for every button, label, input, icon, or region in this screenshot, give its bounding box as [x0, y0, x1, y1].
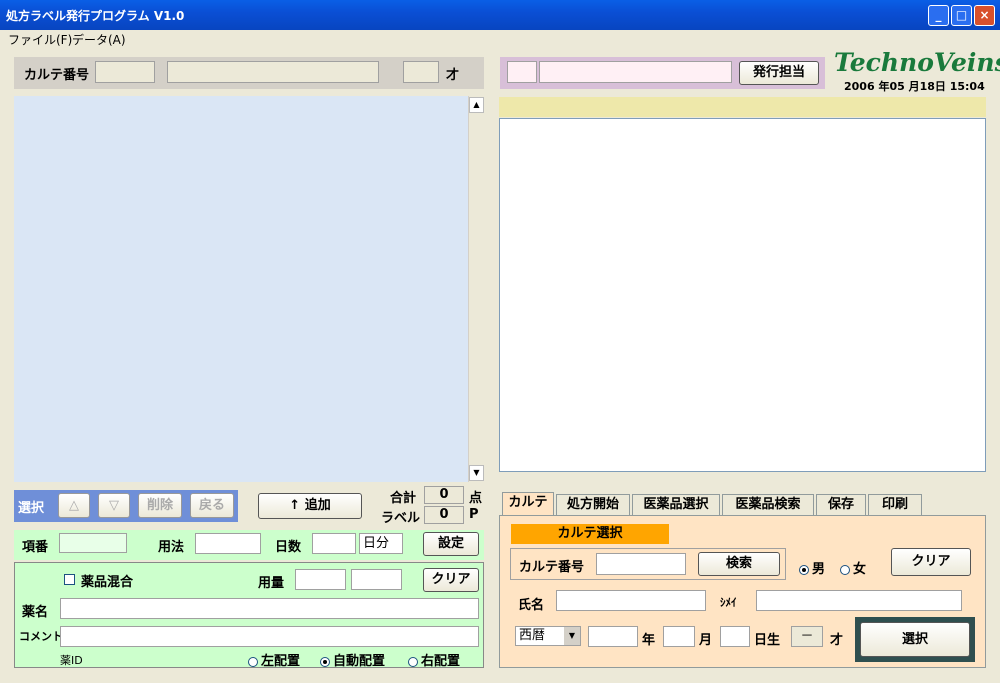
karte-number-label: カルテ番号 — [24, 68, 90, 83]
days-unit-field[interactable]: 日分 — [359, 533, 403, 554]
mix-checkbox[interactable] — [64, 574, 75, 585]
radio-icon — [408, 656, 418, 667]
list-scrollbar[interactable] — [468, 96, 485, 482]
delete-button[interactable]: 削除 — [138, 493, 182, 518]
total-value: 0 — [424, 486, 464, 504]
age-display: － — [791, 626, 823, 647]
kana-field[interactable] — [756, 590, 962, 611]
day-field[interactable] — [720, 626, 750, 647]
drug-name-label: 薬名 — [22, 605, 49, 620]
kana-label: ｼﾒｲ — [720, 596, 737, 609]
technoveins-logo: TechnoVeins — [834, 48, 1000, 77]
male-radio[interactable]: 男 — [799, 558, 825, 577]
era-select[interactable]: 西暦 ▼ — [515, 626, 581, 646]
radio-selected-icon — [320, 656, 330, 667]
usage-field[interactable] — [195, 533, 261, 554]
dose-field-1[interactable] — [295, 569, 346, 590]
chevron-down-icon[interactable]: ▼ — [564, 627, 580, 645]
issuer-code-field[interactable] — [507, 61, 537, 83]
tab-print[interactable]: 印刷 — [868, 494, 922, 516]
datetime: 2006 年05 月18日 15:04 — [844, 80, 985, 93]
window-title: 処方ラベル発行プログラム V1.0 — [6, 9, 185, 23]
menu-bar — [0, 30, 1000, 48]
female-label: 女 — [853, 562, 867, 577]
display-area — [499, 118, 986, 472]
name-label: 氏名 — [518, 598, 545, 613]
select-button[interactable]: 選択 — [860, 622, 970, 657]
display-header — [499, 97, 986, 117]
tab-drug-search[interactable]: 医薬品検索 — [722, 494, 814, 516]
menu-data[interactable]: データ(A) — [72, 31, 126, 48]
days-label: 日数 — [275, 540, 302, 555]
male-label: 男 — [812, 562, 826, 577]
scroll-up-icon[interactable]: ▲ — [469, 97, 484, 113]
index-field[interactable] — [59, 533, 127, 553]
karte-number-field[interactable] — [95, 61, 155, 83]
tab-drug-select[interactable]: 医薬品選択 — [632, 494, 720, 516]
align-right-label: 右配置 — [421, 654, 461, 669]
add-button[interactable]: ↑ 追加 — [258, 493, 362, 519]
year-label: 年 — [642, 633, 656, 648]
search-button[interactable]: 検索 — [698, 552, 780, 576]
year-field[interactable] — [588, 626, 638, 647]
drug-clear-button[interactable]: クリア — [423, 568, 479, 592]
days-field[interactable] — [312, 533, 356, 554]
karte-search-label: カルテ番号 — [519, 560, 585, 575]
era-value: 西暦 — [519, 628, 546, 643]
tab-start[interactable]: 処方開始 — [556, 494, 630, 516]
align-right-radio[interactable]: 右配置 — [408, 650, 460, 669]
align-auto-label: 自動配置 — [333, 654, 386, 669]
drug-name-field[interactable] — [60, 598, 479, 619]
month-label: 月 — [699, 633, 713, 648]
align-auto-radio[interactable]: 自動配置 — [320, 650, 385, 669]
age-field[interactable] — [403, 61, 439, 83]
align-left-radio[interactable]: 左配置 — [248, 650, 300, 669]
comment-field[interactable] — [60, 626, 479, 647]
set-button[interactable]: 設定 — [423, 532, 479, 556]
move-up-button[interactable]: △ — [58, 493, 90, 518]
back-button[interactable]: 戻る — [190, 493, 234, 518]
patient-name-field[interactable] — [167, 61, 379, 83]
karte-select-heading: カルテ選択 — [511, 524, 669, 544]
age-unit: 才 — [830, 633, 844, 648]
usage-label: 用法 — [158, 540, 185, 555]
close-icon[interactable]: × — [974, 5, 995, 26]
age-unit-label: 才 — [446, 68, 460, 83]
karte-clear-button[interactable]: クリア — [891, 548, 971, 576]
issuer-name-field[interactable] — [539, 61, 732, 83]
issuer-button[interactable]: 発行担当 — [739, 61, 819, 85]
move-down-button[interactable]: ▽ — [98, 493, 130, 518]
mix-label: 薬品混合 — [81, 575, 134, 590]
select-label: 選択 — [18, 501, 45, 516]
radio-icon — [248, 656, 258, 667]
drug-id-label: 薬ID — [60, 654, 83, 667]
select-button-frame: 選択 — [855, 617, 975, 662]
karte-search-field[interactable] — [596, 553, 686, 575]
female-radio[interactable]: 女 — [840, 558, 866, 577]
tab-karte[interactable]: カルテ — [502, 492, 554, 516]
prescription-list[interactable] — [14, 96, 468, 482]
label-count-unit: P — [469, 507, 479, 522]
minimize-icon[interactable]: _ — [928, 5, 949, 26]
total-label: 合計 — [390, 491, 417, 506]
month-field[interactable] — [663, 626, 695, 647]
radio-icon — [840, 564, 850, 575]
comment-label: コメント — [19, 630, 63, 643]
maximize-icon[interactable]: □ — [951, 5, 972, 26]
index-label: 項番 — [22, 540, 49, 555]
name-field[interactable] — [556, 590, 706, 611]
label-count-label: ラベル — [381, 511, 421, 526]
birth-label: 日生 — [754, 633, 781, 648]
total-unit: 点 — [469, 491, 483, 506]
align-left-label: 左配置 — [261, 654, 301, 669]
scroll-down-icon[interactable]: ▼ — [469, 465, 484, 481]
tab-save[interactable]: 保存 — [816, 494, 866, 516]
label-count-value: 0 — [424, 506, 464, 524]
menu-file[interactable]: ファイル(F) — [8, 31, 72, 48]
dose-field-2[interactable] — [351, 569, 402, 590]
dose-label: 用量 — [258, 576, 285, 591]
radio-selected-icon — [799, 564, 809, 575]
